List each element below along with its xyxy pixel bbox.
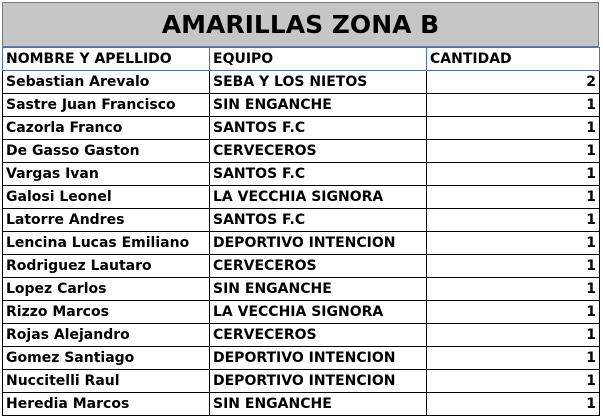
team-cell: SIN ENGANCHE (209, 277, 427, 301)
player-name-cell: Sebastian Arevalo (2, 70, 210, 94)
team-cell: SANTOS F.C (209, 162, 427, 186)
table-row: Heredia Marcos SIN ENGANCHE 1 (2, 392, 600, 416)
count-cell: 1 (426, 369, 600, 393)
player-name-cell: Vargas Ivan (2, 162, 210, 186)
player-name-cell: Cazorla Franco (2, 116, 210, 140)
count-cell: 1 (426, 162, 600, 186)
table-header-row: NOMBRE Y APELLIDO EQUIPO CANTIDAD (2, 47, 600, 71)
team-cell: DEPORTIVO INTENCION (209, 231, 427, 255)
table-row: Sebastian Arevalo SEBA Y LOS NIETOS 2 (2, 70, 600, 94)
table-body: Sebastian Arevalo SEBA Y LOS NIETOS 2 Sastr… (2, 70, 600, 416)
team-cell: SANTOS F.C (209, 116, 427, 140)
table-row: Rizzo Marcos LA VECCHIA SIGNORA 1 (2, 300, 600, 324)
team-cell: CERVECEROS (209, 139, 427, 163)
player-name-cell: Lopez Carlos (2, 277, 210, 301)
header-count: CANTIDAD (426, 47, 600, 71)
count-cell: 1 (426, 323, 600, 347)
count-cell: 1 (426, 300, 600, 324)
count-cell: 1 (426, 185, 600, 209)
count-cell: 2 (426, 70, 600, 94)
count-cell: 1 (426, 93, 600, 117)
count-cell: 1 (426, 392, 600, 416)
table-row: Lopez Carlos SIN ENGANCHE 1 (2, 277, 600, 301)
table-row: Cazorla Franco SANTOS F.C 1 (2, 116, 600, 140)
player-name-cell: Galosi Leonel (2, 185, 210, 209)
player-name-cell: Nuccitelli Raul (2, 369, 210, 393)
count-cell: 1 (426, 139, 600, 163)
cards-table: NOMBRE Y APELLIDO EQUIPO CANTIDAD Sebast… (2, 47, 600, 416)
player-name-cell: Lencina Lucas Emiliano (2, 231, 210, 255)
header-team: EQUIPO (209, 47, 427, 71)
table-row: Galosi Leonel LA VECCHIA SIGNORA 1 (2, 185, 600, 209)
player-name-cell: Rizzo Marcos (2, 300, 210, 324)
table-row: Vargas Ivan SANTOS F.C 1 (2, 162, 600, 186)
table-row: Latorre Andres SANTOS F.C 1 (2, 208, 600, 232)
team-cell: CERVECEROS (209, 323, 427, 347)
player-name-cell: De Gasso Gaston (2, 139, 210, 163)
count-cell: 1 (426, 254, 600, 278)
team-cell: SEBA Y LOS NIETOS (209, 70, 427, 94)
count-cell: 1 (426, 277, 600, 301)
table-row: De Gasso Gaston CERVECEROS 1 (2, 139, 600, 163)
table-row: Nuccitelli Raul DEPORTIVO INTENCION 1 (2, 369, 600, 393)
team-cell: CERVECEROS (209, 254, 427, 278)
count-cell: 1 (426, 116, 600, 140)
table-row: Gomez Santiago DEPORTIVO INTENCION 1 (2, 346, 600, 370)
team-cell: LA VECCHIA SIGNORA (209, 300, 427, 324)
team-cell: DEPORTIVO INTENCION (209, 346, 427, 370)
sheet-title: AMARILLAS ZONA B (2, 2, 599, 47)
team-cell: SIN ENGANCHE (209, 392, 427, 416)
spreadsheet: AMARILLAS ZONA B NOMBRE Y APELLIDO EQUIP… (2, 2, 600, 416)
player-name-cell: Gomez Santiago (2, 346, 210, 370)
player-name-cell: Rojas Alejandro (2, 323, 210, 347)
team-cell: SIN ENGANCHE (209, 93, 427, 117)
count-cell: 1 (426, 346, 600, 370)
player-name-cell: Sastre Juan Francisco (2, 93, 210, 117)
count-cell: 1 (426, 231, 600, 255)
count-cell: 1 (426, 208, 600, 232)
table-row: Rojas Alejandro CERVECEROS 1 (2, 323, 600, 347)
player-name-cell: Latorre Andres (2, 208, 210, 232)
table-row: Rodriguez Lautaro CERVECEROS 1 (2, 254, 600, 278)
team-cell: SANTOS F.C (209, 208, 427, 232)
team-cell: DEPORTIVO INTENCION (209, 369, 427, 393)
header-name: NOMBRE Y APELLIDO (2, 47, 210, 71)
player-name-cell: Rodriguez Lautaro (2, 254, 210, 278)
table-row: Sastre Juan Francisco SIN ENGANCHE 1 (2, 93, 600, 117)
table-row: Lencina Lucas Emiliano DEPORTIVO INTENCIO… (2, 231, 600, 255)
team-cell: LA VECCHIA SIGNORA (209, 185, 427, 209)
player-name-cell: Heredia Marcos (2, 392, 210, 416)
